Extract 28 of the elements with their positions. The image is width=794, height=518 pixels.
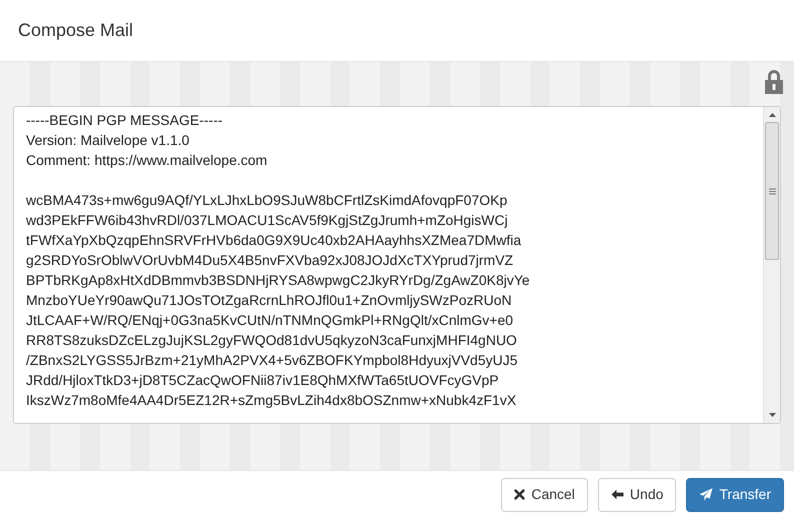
message-line: g2SRDYoSrOblwVOrUvbM4Du5X4B5nvFXVba92xJ08JOJdXcTXYprud7jrmVZ (26, 251, 514, 270)
message-line: /ZBnxS2LYGSS5JrBzm+21yMhA2PVX4+5v6ZBOFKYmpbol8HdyuxjVVd5yUJ5 (26, 351, 518, 370)
lock-icon (764, 69, 784, 95)
message-line: Version: Mailvelope v1.1.0 (26, 131, 190, 150)
up-arrow-icon[interactable] (768, 113, 776, 117)
dialog-title: Compose Mail (18, 19, 134, 42)
cancel-button[interactable]: Cancel (501, 478, 588, 512)
message-line: IkszWz7m8oMfe4AA4Dr5EZ12R+sZmg5BvLZih4dx8bOSZnmw+xNubk4zF1vX (26, 391, 516, 410)
message-line: Comment: https://www.mailvelope.com (26, 151, 268, 170)
message-line: wcBMA473s+mw6gu9AQf/YLxLJhxLbO9SJuW8bCFrtlZsKimdAfovqpF07OKp (26, 191, 508, 210)
grip-icon (768, 188, 776, 194)
undo-button[interactable]: Undo (598, 478, 676, 512)
message-line: -----BEGIN PGP MESSAGE----- (26, 111, 223, 130)
close-icon (514, 489, 526, 500)
message-line: MnzboYUeYr90awQu71JOsTOtZgaRcrnLhROJfl0u1+ZnOvmljySWzPozRUoN (26, 291, 512, 310)
paper-plane-icon (699, 488, 714, 501)
down-arrow-icon[interactable] (768, 413, 776, 417)
message-textarea[interactable] (13, 106, 781, 424)
message-line: BPTbRKgAp8xHtXdDBmmvb3BSDNHjRYSA8wpwgC2JkyRYrDg/ZgAwZ0K8jvYe (26, 271, 530, 290)
scrollbar[interactable] (763, 107, 780, 423)
message-line: tFWfXaYpXbQzqpEhnSRVFrHVb6da0G9X9Uc40xb2AHAayhhsXZMea7DMwfia (26, 231, 522, 250)
message-line: wd3PEkFFW6ib43hvRDl/037LMOACU1ScAV5f9KgjStZgJrumh+mZoHgisWCj (26, 211, 508, 230)
message-line: JRdd/HjloxTtkD3+jD8T5CZacQwOFNii87iv1E8QhMXfWTa65tUOVFcyGVpP (26, 371, 499, 390)
scrollbar-thumb[interactable] (765, 122, 779, 260)
message-line: JtLCAAF+W/RQ/ENqj+0G3na5KvCUtN/nTNMnQGmkPl+RNgQlt/xCnlmGv+e0 (26, 311, 514, 330)
transfer-button[interactable]: Transfer (686, 478, 784, 512)
message-line: RR8TS8zuksDZcELzgJujKSL2gyFWQOd81dvU5qkyzoN3caFunxjMHFI4gNUO (26, 331, 517, 350)
left-arrow-icon (610, 489, 624, 500)
